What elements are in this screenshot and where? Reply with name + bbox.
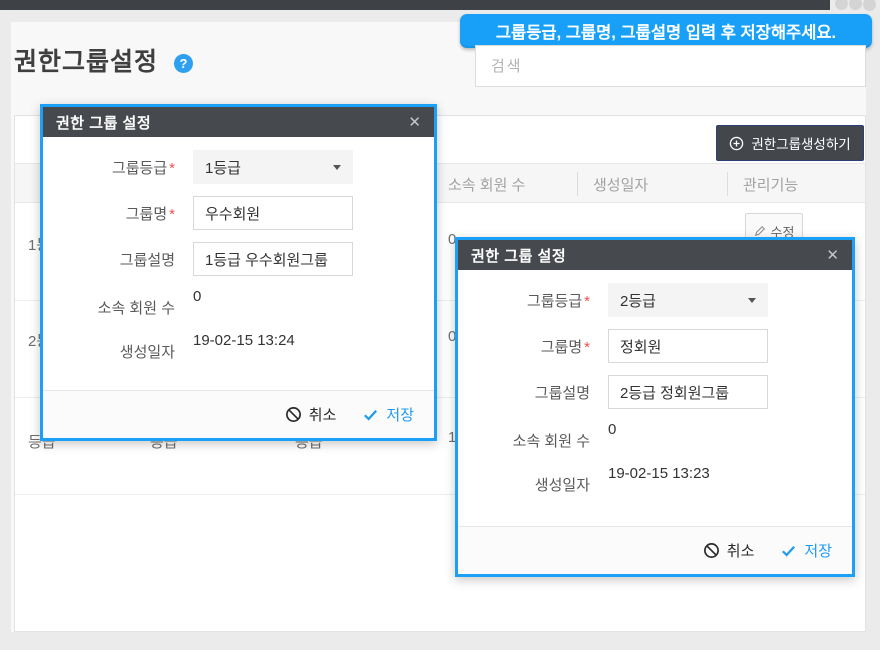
plus-circle-icon bbox=[729, 136, 744, 151]
grade-select[interactable]: 2등급 bbox=[608, 283, 768, 317]
check-icon bbox=[780, 542, 797, 559]
modal2-title: 권한 그룹 설정 bbox=[471, 245, 566, 266]
window-dot-icon bbox=[849, 0, 862, 10]
modal2-header: 권한 그룹 설정 ✕ bbox=[458, 240, 852, 270]
pencil-icon bbox=[754, 225, 766, 237]
column-header-members: 소속 회원 수 bbox=[448, 174, 525, 195]
create-group-button[interactable]: 권한그룹생성하기 bbox=[716, 125, 864, 161]
close-icon[interactable]: ✕ bbox=[408, 115, 421, 130]
chevron-down-icon bbox=[748, 298, 756, 303]
ban-icon bbox=[285, 406, 302, 423]
modal2-footer: 취소 저장 bbox=[458, 526, 852, 574]
desc-label: 그룹설명 bbox=[63, 249, 175, 270]
grade-label: 그룹등급* bbox=[478, 290, 590, 311]
cancel-button-label: 취소 bbox=[309, 404, 337, 425]
window-dot-icon bbox=[835, 0, 848, 10]
window-dot-icon bbox=[863, 0, 876, 11]
desc-label: 그룹설명 bbox=[478, 382, 590, 403]
cancel-button[interactable]: 취소 bbox=[703, 540, 755, 561]
permission-group-modal-1: 권한 그룹 설정 ✕ 그룹등급* 1등급 그룹명* 그룹설명 소속 회원 수 bbox=[40, 104, 437, 441]
created-value: 19-02-15 13:24 bbox=[193, 332, 353, 349]
required-asterisk: * bbox=[584, 293, 590, 310]
modal1-footer: 취소 저장 bbox=[43, 390, 434, 438]
page-title: 권한그룹설정 bbox=[14, 42, 158, 78]
search-box bbox=[475, 45, 866, 87]
grade-select-value: 1등급 bbox=[205, 157, 241, 178]
save-button-label: 저장 bbox=[804, 540, 832, 561]
chevron-down-icon bbox=[333, 165, 341, 170]
column-header-created: 생성일자 bbox=[593, 174, 648, 195]
members-value: 0 bbox=[193, 288, 353, 305]
members-label: 소속 회원 수 bbox=[478, 421, 590, 451]
tooltip-callout: 그룹등급, 그룹명, 그룹설명 입력 후 저장해주세요. bbox=[460, 14, 872, 48]
check-icon bbox=[362, 406, 379, 423]
save-button[interactable]: 저장 bbox=[780, 540, 832, 561]
save-button[interactable]: 저장 bbox=[362, 404, 414, 425]
grade-label: 그룹등급* bbox=[63, 157, 175, 178]
save-button-label: 저장 bbox=[386, 404, 414, 425]
search-input[interactable] bbox=[476, 46, 865, 86]
group-name-input[interactable] bbox=[193, 196, 353, 230]
name-label: 그룹명* bbox=[478, 336, 590, 357]
created-label: 생성일자 bbox=[478, 465, 590, 495]
permission-group-modal-2: 권한 그룹 설정 ✕ 그룹등급* 2등급 그룹명* 그룹설명 소속 회원 수 bbox=[455, 237, 855, 577]
group-desc-input[interactable] bbox=[608, 375, 768, 409]
required-asterisk: * bbox=[169, 160, 175, 177]
group-desc-input[interactable] bbox=[193, 242, 353, 276]
cancel-button-label: 취소 bbox=[727, 540, 755, 561]
modal1-body: 그룹등급* 1등급 그룹명* 그룹설명 소속 회원 수 0 생성일자 19-0 bbox=[43, 137, 434, 390]
column-divider bbox=[727, 172, 728, 196]
close-icon[interactable]: ✕ bbox=[826, 248, 839, 263]
grade-select-value: 2등급 bbox=[620, 290, 656, 311]
created-value: 19-02-15 13:23 bbox=[608, 465, 768, 482]
required-asterisk: * bbox=[584, 339, 590, 356]
required-asterisk: * bbox=[169, 206, 175, 223]
column-header-actions: 관리기능 bbox=[743, 174, 798, 195]
name-label: 그룹명* bbox=[63, 203, 175, 224]
create-group-button-label: 권한그룹생성하기 bbox=[751, 133, 850, 153]
members-label: 소속 회원 수 bbox=[63, 288, 175, 318]
top-bar bbox=[0, 0, 830, 10]
group-name-input[interactable] bbox=[608, 329, 768, 363]
ban-icon bbox=[703, 542, 720, 559]
modal2-body: 그룹등급* 2등급 그룹명* 그룹설명 소속 회원 수 0 생성일자 19-0 bbox=[458, 270, 852, 526]
cancel-button[interactable]: 취소 bbox=[285, 404, 337, 425]
page-root: 권한그룹설정 ? 그룹등급, 그룹명, 그룹설명 입력 후 저장해주세요. 권한… bbox=[0, 0, 880, 650]
help-icon[interactable]: ? bbox=[174, 54, 193, 73]
column-divider bbox=[577, 172, 578, 196]
created-label: 생성일자 bbox=[63, 332, 175, 362]
modal1-header: 권한 그룹 설정 ✕ bbox=[43, 107, 434, 137]
grade-select[interactable]: 1등급 bbox=[193, 150, 353, 184]
members-value: 0 bbox=[608, 421, 768, 438]
modal1-title: 권한 그룹 설정 bbox=[56, 112, 151, 133]
